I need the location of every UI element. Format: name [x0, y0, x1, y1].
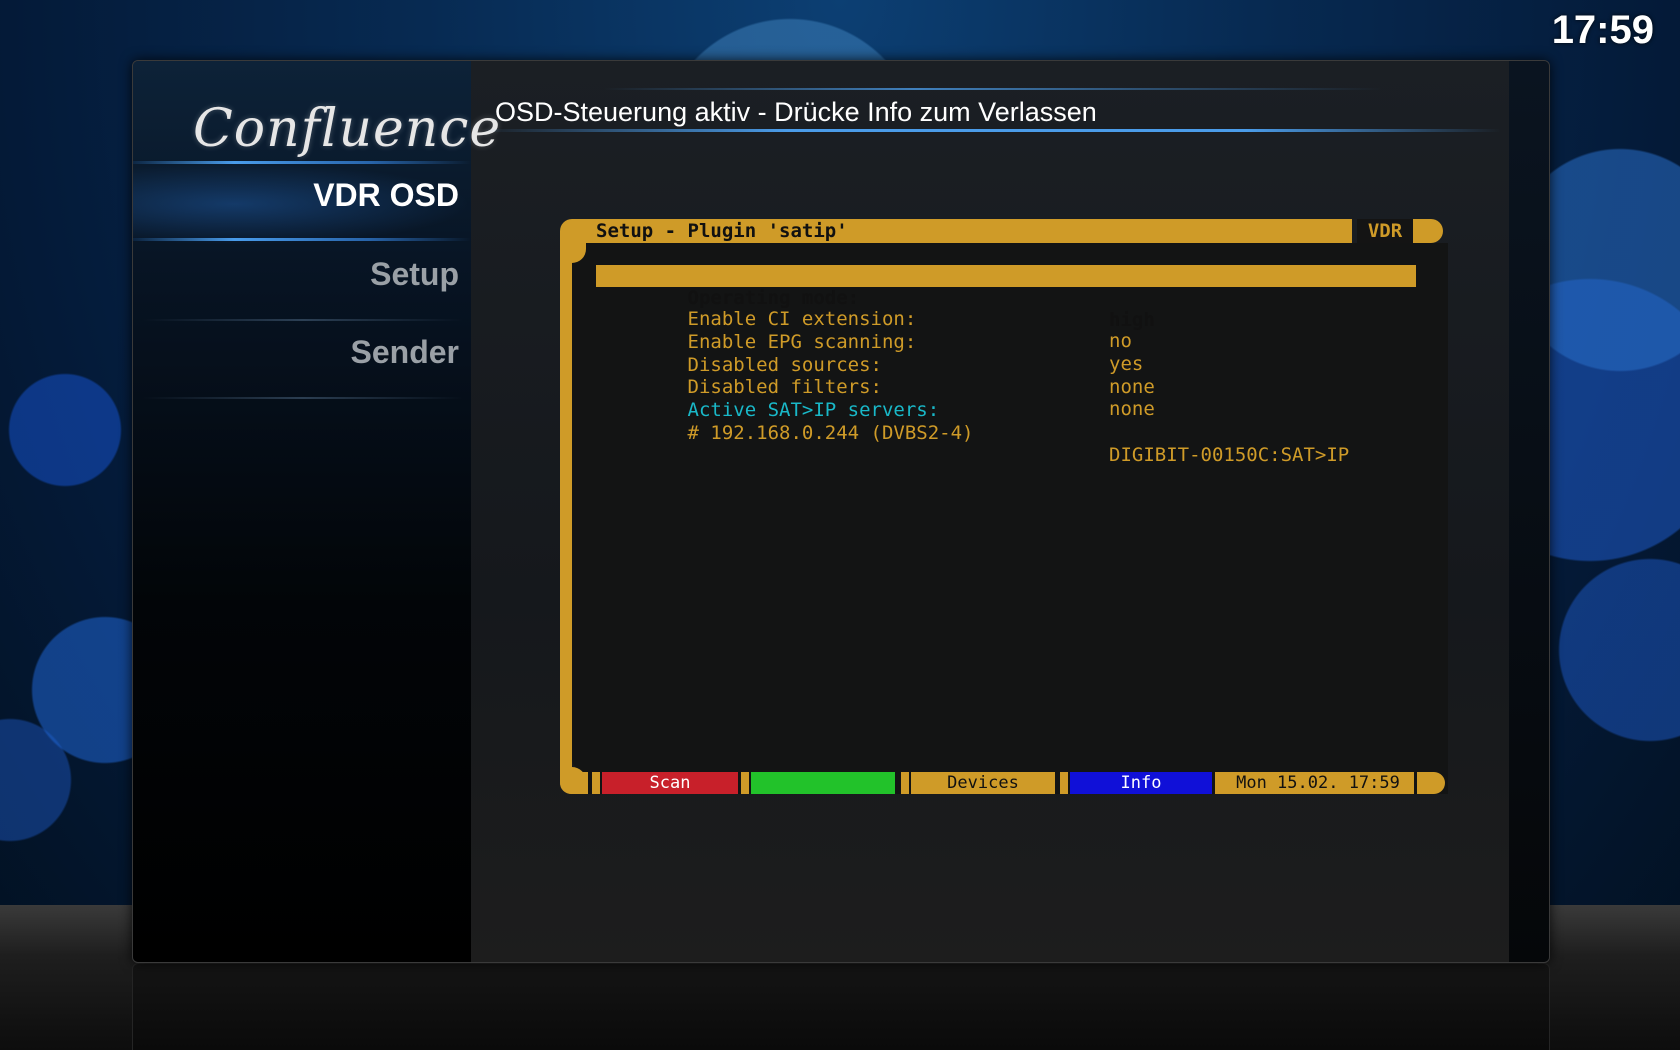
main-window: Confluence VDR OSD Setup Sender OSD-Steu…: [132, 60, 1550, 963]
sidebar: Confluence VDR OSD Setup Sender: [133, 61, 502, 962]
osd-title-cap: [1413, 219, 1443, 243]
active-bottom-line: [133, 238, 471, 241]
sidebar-item-sender[interactable]: Sender: [139, 334, 459, 371]
osd-badge: VDR: [1367, 220, 1403, 242]
footer-cap: [1417, 772, 1445, 794]
clock: 17:59: [1551, 8, 1654, 52]
active-top-line: [133, 161, 471, 164]
osd-datetime: Mon 15.02. 17:59: [1222, 772, 1414, 794]
osd-title: Setup - Plugin 'satip': [596, 220, 848, 242]
confluence-logo: Confluence: [193, 99, 502, 159]
osd-row-label: # 192.168.0.244 (DVBS2-4): [687, 422, 974, 444]
osd-row-disabled-sources[interactable]: Disabled sources: none: [596, 332, 1416, 398]
osd-row-operating-mode[interactable]: Operating mode: high: [596, 265, 1416, 331]
blue-key-info[interactable]: Info: [1070, 772, 1212, 794]
osd-row-ci-extension[interactable]: Enable CI extension: no: [596, 286, 1416, 352]
screen: 17:59 Confluence VDR OSD Setup Sender OS…: [0, 0, 1680, 1050]
sidebar-divider: [143, 397, 463, 399]
window-reflection: [132, 963, 1550, 1050]
footer-separator: [1060, 772, 1068, 794]
vdr-osd-panel: Setup - Plugin 'satip' VDR Operating mod…: [560, 219, 1448, 794]
red-key-scan[interactable]: Scan: [602, 772, 738, 794]
footer-cap: [560, 772, 588, 794]
yellow-key-devices[interactable]: Devices: [911, 772, 1055, 794]
sidebar-item-vdr-osd[interactable]: VDR OSD: [139, 177, 459, 214]
footer-separator: [741, 772, 749, 794]
header-line: [481, 129, 1501, 132]
sidebar-item-setup[interactable]: Setup: [139, 256, 459, 293]
osd-row-disabled-filters[interactable]: Disabled filters: none: [596, 354, 1416, 420]
osd-frame: [560, 219, 572, 794]
osd-row-epg-scanning[interactable]: Enable EPG scanning: yes: [596, 309, 1416, 375]
osd-row-value: DIGIBIT-00150C:SAT>IP: [1109, 444, 1350, 466]
green-key[interactable]: [751, 772, 895, 794]
footer-separator: [592, 772, 600, 794]
footer-separator: [901, 772, 909, 794]
right-strip: [1509, 61, 1549, 962]
osd-row-server[interactable]: # 192.168.0.244 (DVBS2-4) DIGIBIT-00150C…: [596, 400, 1416, 466]
osd-section-heading: Active SAT>IP servers:: [596, 377, 1416, 421]
sidebar-divider: [143, 319, 463, 321]
